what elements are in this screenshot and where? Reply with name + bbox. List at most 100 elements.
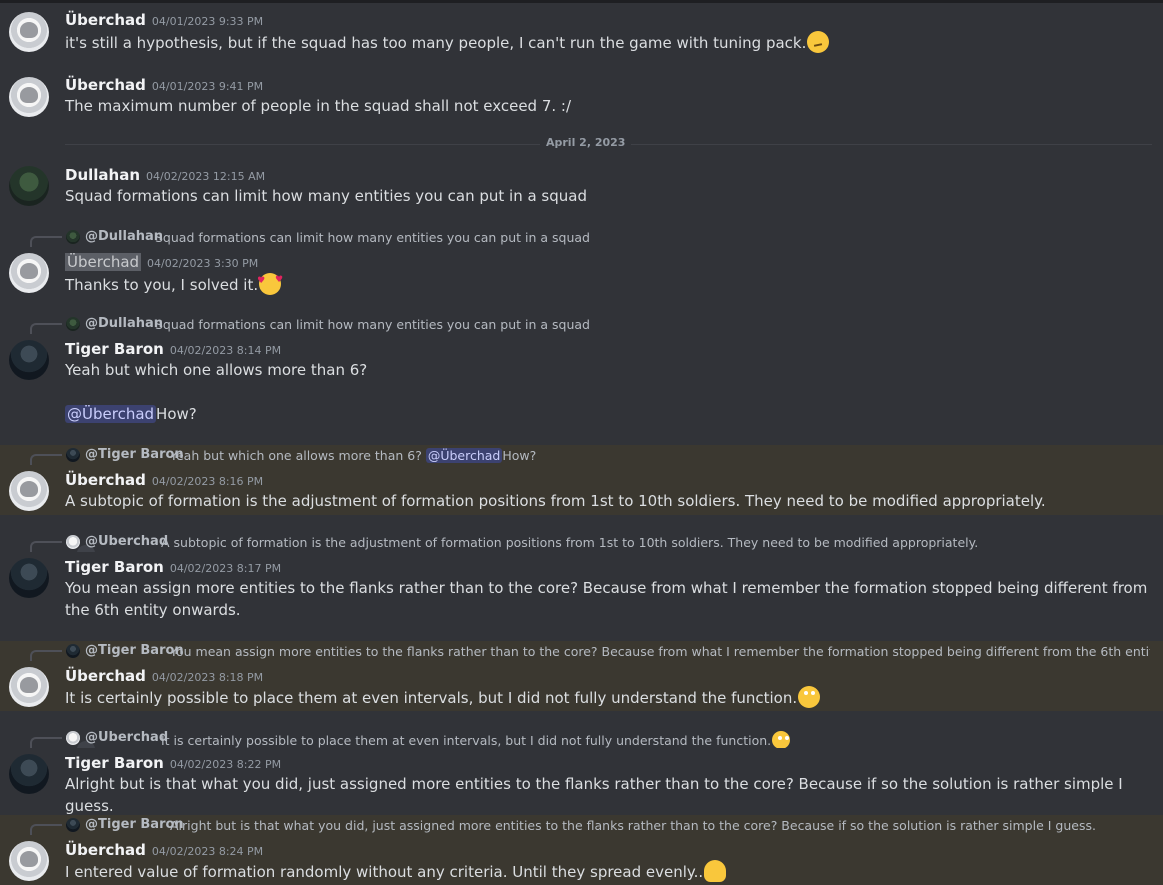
message: @Dullahan Squad formations can limit how…: [0, 229, 1163, 301]
message: @Tiger Baron Yeah but which one allows m…: [0, 445, 1163, 515]
avatar[interactable]: [9, 12, 49, 52]
message: @Überchad It is certainly possible to pl…: [0, 730, 1163, 815]
message: @Überchad A subtopic of formation is the…: [0, 534, 1163, 624]
reply-text: It is certainly possible to place them a…: [161, 733, 772, 748]
smiling-face-with-hearts-icon: [257, 269, 283, 295]
reply-author[interactable]: @Überchad: [85, 730, 168, 745]
author-name[interactable]: Überchad: [65, 667, 146, 685]
timestamp: 04/02/2023 8:14 PM: [169, 344, 282, 357]
reply-spine: [30, 541, 62, 552]
message: Überchad 04/01/2023 9:33 PM it's still a …: [0, 5, 1163, 65]
reply-text: Squad formations can limit how many enti…: [155, 230, 590, 245]
reply-author[interactable]: @Tiger Baron: [85, 817, 184, 832]
reply-preview[interactable]: @Überchad A subtopic of formation is the…: [30, 534, 1150, 552]
reply-avatar: [66, 317, 80, 331]
author-name[interactable]: Überchad: [65, 11, 146, 29]
reply-text: Yeah but which one allows more than 6?: [170, 448, 422, 463]
message: @Tiger Baron Alright but is that what yo…: [0, 815, 1163, 885]
message-content: I entered value of formation randomly wi…: [65, 860, 1150, 883]
reply-text: Alright but is that what you did, just a…: [170, 818, 1096, 833]
reply-author[interactable]: @Dullahan: [85, 316, 163, 331]
reply-author[interactable]: @Tiger Baron: [85, 447, 184, 462]
reply-author[interactable]: @Tiger Baron: [85, 643, 184, 658]
confused-face-icon: [807, 31, 830, 53]
author-name[interactable]: Dullahan: [65, 166, 140, 184]
user-mention[interactable]: @Überchad: [65, 405, 157, 423]
reply-preview[interactable]: @Tiger Baron Alright but is that what yo…: [30, 817, 1150, 835]
user-mention[interactable]: @Überchad: [425, 448, 503, 463]
message-text: it's still a hypothesis, but if the squa…: [65, 34, 807, 52]
reply-preview[interactable]: @Tiger Baron Yeah but which one allows m…: [30, 447, 1150, 465]
melting-face-icon: [704, 860, 727, 882]
reply-preview[interactable]: @Dullahan Squad formations can limit how…: [30, 229, 1150, 247]
avatar[interactable]: [9, 253, 49, 293]
timestamp: 04/02/2023 8:24 PM: [151, 845, 264, 858]
timestamp: 04/01/2023 9:33 PM: [151, 15, 264, 28]
timestamp: 04/02/2023 3:30 PM: [147, 257, 259, 270]
timestamp: 04/01/2023 9:41 PM: [151, 80, 264, 93]
message-text: It is certainly possible to place them a…: [65, 689, 798, 707]
message-text: How?: [156, 405, 197, 423]
reply-author[interactable]: @Dullahan: [85, 229, 163, 244]
message-text: Squad formations can limit how many enti…: [65, 187, 587, 205]
reply-spine: [30, 650, 62, 661]
message-text: Alright but is that what you did, just a…: [65, 775, 1123, 815]
message: Überchad 04/01/2023 9:41 PM The maximum n…: [0, 70, 1163, 130]
reply-spine: [30, 454, 62, 465]
message-content: Thanks to you, I solved it.: [65, 269, 1150, 296]
message: Dullahan 04/02/2023 12:15 AM Squad format…: [0, 160, 1163, 220]
avatar[interactable]: [9, 558, 49, 598]
author-name[interactable]: Überchad: [65, 253, 142, 271]
reply-avatar: [66, 731, 95, 748]
reply-avatar: [66, 448, 80, 462]
reply-preview[interactable]: @Dullahan Squad formations can limit how…: [30, 316, 1150, 334]
top-divider: [0, 0, 1163, 3]
reply-content: It is certainly possible to place them a…: [161, 731, 791, 748]
timestamp: 04/02/2023 12:15 AM: [146, 170, 266, 183]
author-name[interactable]: Überchad: [65, 76, 146, 94]
message-text: The maximum number of people in the squa…: [65, 97, 572, 115]
message: @Dullahan Squad formations can limit how…: [0, 316, 1163, 440]
reply-spine: [30, 236, 62, 247]
reply-avatar: [66, 818, 80, 832]
timestamp: 04/02/2023 8:16 PM: [151, 475, 264, 488]
timestamp: 04/02/2023 8:22 PM: [169, 758, 282, 771]
reply-preview[interactable]: @Überchad It is certainly possible to pl…: [30, 730, 1150, 748]
message-text: Yeah but which one allows more than 6?: [65, 361, 368, 379]
avatar[interactable]: [9, 166, 49, 206]
reply-text: A subtopic of formation is the adjustmen…: [161, 535, 979, 550]
avatar[interactable]: [9, 754, 49, 794]
reply-spine: [30, 737, 62, 748]
reply-avatar: [66, 644, 80, 658]
reply-preview[interactable]: @Tiger Baron You mean assign more entiti…: [30, 643, 1150, 661]
message-text: A subtopic of formation is the adjustmen…: [65, 492, 1046, 510]
timestamp: 04/02/2023 8:17 PM: [169, 562, 282, 575]
reply-spine: [30, 323, 62, 334]
author-name[interactable]: Überchad: [65, 841, 146, 859]
message-content: @Überchad How?: [65, 403, 1150, 425]
reply-content: Yeah but which one allows more than 6? @…: [170, 448, 536, 463]
reply-author[interactable]: @Überchad: [85, 534, 168, 549]
author-name[interactable]: Tiger Baron: [65, 340, 164, 358]
message-content: it's still a hypothesis, but if the squa…: [65, 31, 1150, 54]
timestamp: 04/02/2023 8:18 PM: [151, 671, 264, 684]
avatar[interactable]: [9, 471, 49, 511]
avatar[interactable]: [9, 340, 49, 380]
author-name[interactable]: Überchad: [65, 471, 146, 489]
face-with-rolling-eyes-icon: [798, 686, 821, 708]
avatar[interactable]: [9, 77, 49, 117]
message-text: Thanks to you, I solved it.: [65, 276, 259, 294]
message-text: You mean assign more entities to the fla…: [65, 579, 1148, 619]
reply-avatar: [66, 535, 95, 552]
date-divider-label: April 2, 2023: [540, 136, 632, 149]
message-text: I entered value of formation randomly wi…: [65, 863, 704, 881]
author-name[interactable]: Tiger Baron: [65, 558, 164, 576]
avatar[interactable]: [9, 841, 49, 881]
face-with-rolling-eyes-icon: [772, 731, 791, 748]
avatar[interactable]: [9, 667, 49, 707]
reply-text: How?: [502, 448, 537, 463]
reply-spine: [30, 824, 62, 835]
message: @Tiger Baron You mean assign more entiti…: [0, 641, 1163, 711]
reply-text: Squad formations can limit how many enti…: [155, 317, 590, 332]
author-name[interactable]: Tiger Baron: [65, 754, 164, 772]
